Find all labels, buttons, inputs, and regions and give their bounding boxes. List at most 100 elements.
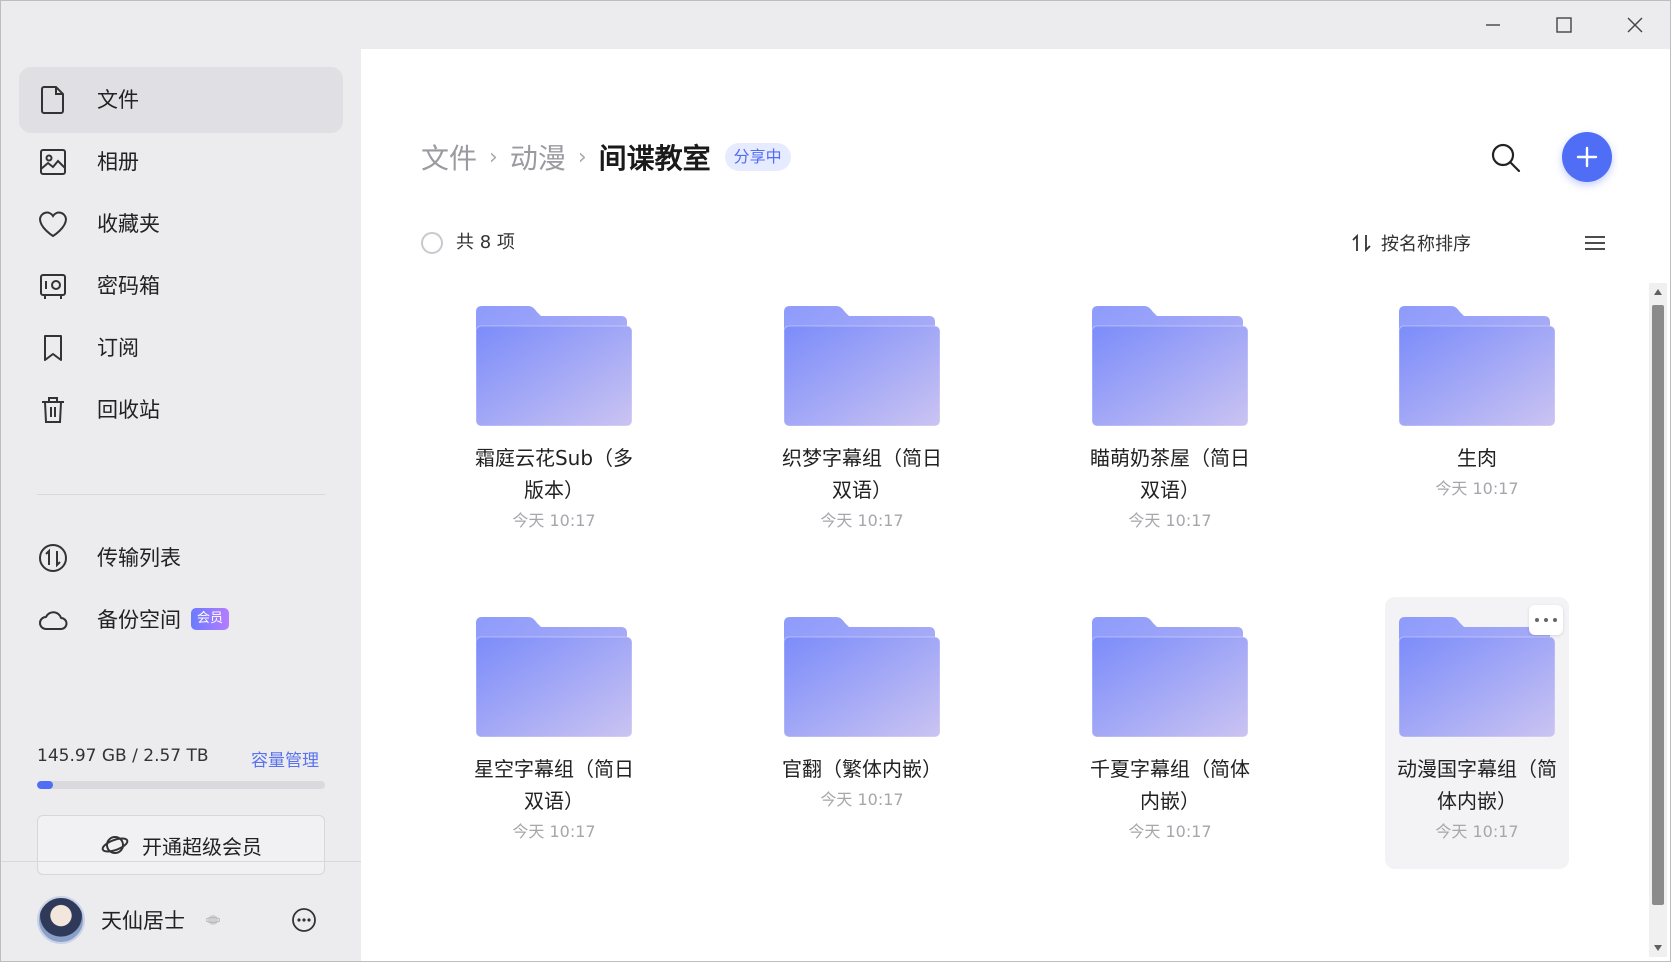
sort-icon [1351,233,1373,253]
breadcrumb: 文件 › 动漫 › 间谍教室 分享中 [421,137,791,177]
storage-manage-link[interactable]: 容量管理 [251,746,319,771]
trash-icon [37,394,69,426]
cloud-icon [37,604,69,636]
folder-name-line: 双语） [832,478,892,502]
triangle-down-icon [1654,945,1662,951]
folder-item[interactable]: 生肉 今天 10:17 [1385,286,1569,558]
maximize-icon [1556,17,1572,33]
folder-name-line: 版本） [524,478,584,502]
list-view-icon [1585,236,1605,250]
folder-item[interactable]: 织梦字幕组（简日 双语） 今天 10:17 [770,286,954,558]
breadcrumb-item[interactable]: 文件 [421,137,477,177]
folder-name-line: 内嵌） [1140,789,1200,813]
breadcrumb-separator: › [577,144,587,170]
scrollbar-thumb[interactable] [1652,305,1664,905]
folder-name-line: 星空字幕组（简日 [474,757,634,781]
folder-name-line: 霜庭云花Sub（多 [474,446,634,470]
folder-modified-time: 今天 10:17 [1128,822,1212,841]
select-all-checkbox[interactable] [421,232,443,254]
plus-icon [1576,146,1598,168]
minimize-button[interactable] [1458,1,1528,49]
folder-modified-time: 今天 10:17 [1435,822,1519,841]
folder-item[interactable]: 霜庭云花Sub（多 版本） 今天 10:17 [462,286,646,558]
folder-name-line: 体内嵌） [1437,789,1517,813]
maximize-button[interactable] [1529,1,1599,49]
bookmark-icon [37,332,69,364]
sidebar-item-label: 订阅 [97,336,139,360]
sidebar-divider [37,494,325,495]
sidebar-item-backup[interactable]: 备份空间 会员 [19,587,343,653]
search-button[interactable] [1489,141,1523,175]
sidebar-item-trash[interactable]: 回收站 [19,377,343,443]
close-icon [1627,17,1643,33]
sidebar-item-subscription[interactable]: 订阅 [19,315,343,381]
sidebar-item-label: 传输列表 [97,546,181,570]
backup-label: 备份空间 [97,608,181,632]
avatar[interactable] [37,896,85,944]
folder-name: 官翻（繁体内嵌） 今天 10:17 [760,753,964,815]
folder-icon [476,305,632,427]
storage-progress-fill [37,781,53,789]
sidebar: 文件 相册 收藏夹 密码箱 订阅 回收站 传输列表 备份空间 会员 145.97… [1,49,361,961]
close-button[interactable] [1600,1,1670,49]
sidebar-item-transfers[interactable]: 传输列表 [19,525,343,591]
sidebar-item-album[interactable]: 相册 [19,129,343,195]
folder-item[interactable]: 瞄萌奶茶屋（简日 双语） 今天 10:17 [1078,286,1262,558]
add-button[interactable] [1562,132,1612,182]
sidebar-item-favorites[interactable]: 收藏夹 [19,191,343,257]
more-horizontal-icon [1535,618,1557,622]
folder-name: 织梦字幕组（简日 双语） 今天 10:17 [760,442,964,536]
breadcrumb-separator: › [489,144,498,170]
sidebar-item-label: 相册 [97,150,139,174]
username: 天仙居士 [101,909,185,933]
folder-name: 霜庭云花Sub（多 版本） 今天 10:17 [452,442,656,536]
scroll-up-arrow[interactable] [1649,283,1667,301]
folder-icon [1092,305,1248,427]
folder-modified-time: 今天 10:17 [512,822,596,841]
more-circle-icon[interactable] [291,907,317,933]
folder-icon [784,305,940,427]
folder-item[interactable]: 星空字幕组（简日 双语） 今天 10:17 [462,597,646,869]
folder-name-line: 瞄萌奶茶屋（简日 [1090,446,1250,470]
folder-item[interactable]: 官翻（繁体内嵌） 今天 10:17 [770,597,954,869]
safe-box-icon [37,270,69,302]
storage-progress-bar [37,781,325,789]
folder-name-line: 生肉 [1457,446,1497,470]
folder-name: 瞄萌奶茶屋（简日 双语） 今天 10:17 [1068,442,1272,536]
sharing-badge[interactable]: 分享中 [724,143,791,171]
file-icon [37,84,69,116]
planet-icon [100,831,130,859]
main-content: 文件 › 动漫 › 间谍教室 分享中 共 8 项 按名称排序 霜庭云花Sub（多… [361,49,1670,961]
folder-item[interactable]: 动漫国字幕组（简 体内嵌） 今天 10:17 [1385,597,1569,869]
folder-name: 生肉 今天 10:17 [1375,442,1579,504]
heart-icon [37,208,69,240]
folder-name-line: 官翻（繁体内嵌） [782,757,942,781]
sidebar-item-label: 文件 [97,88,139,112]
title-bar [1,1,1670,49]
item-count: 共 8 项 [456,232,515,253]
photo-album-icon [37,146,69,178]
sidebar-footer-divider [1,861,361,862]
minimize-icon [1486,24,1500,26]
folder-item[interactable]: 千夏字幕组（简体 内嵌） 今天 10:17 [1078,597,1262,869]
scroll-down-arrow[interactable] [1649,939,1667,957]
folder-name: 星空字幕组（简日 双语） 今天 10:17 [452,753,656,847]
folder-name: 动漫国字幕组（简 体内嵌） 今天 10:17 [1375,753,1579,847]
app-window: 文件 相册 收藏夹 密码箱 订阅 回收站 传输列表 备份空间 会员 145.97… [0,0,1671,962]
breadcrumb-item[interactable]: 动漫 [510,137,566,177]
folder-icon [784,616,940,738]
folder-name-line: 动漫国字幕组（简 [1397,757,1557,781]
folder-modified-time: 今天 10:17 [512,511,596,530]
folder-modified-time: 今天 10:17 [820,790,904,809]
scrollbar[interactable] [1649,283,1667,957]
sidebar-item-safe[interactable]: 密码箱 [19,253,343,319]
sort-label: 按名称排序 [1381,234,1471,255]
list-view-button[interactable] [1583,233,1607,253]
folder-more-button[interactable] [1529,605,1563,635]
folder-name-line: 双语） [1140,478,1200,502]
upgrade-vip-button[interactable]: 开通超级会员 [37,815,325,875]
search-icon [1491,143,1521,173]
folder-icon [1399,305,1555,427]
sidebar-item-files[interactable]: 文件 [19,67,343,133]
sort-button[interactable]: 按名称排序 [1351,230,1471,256]
